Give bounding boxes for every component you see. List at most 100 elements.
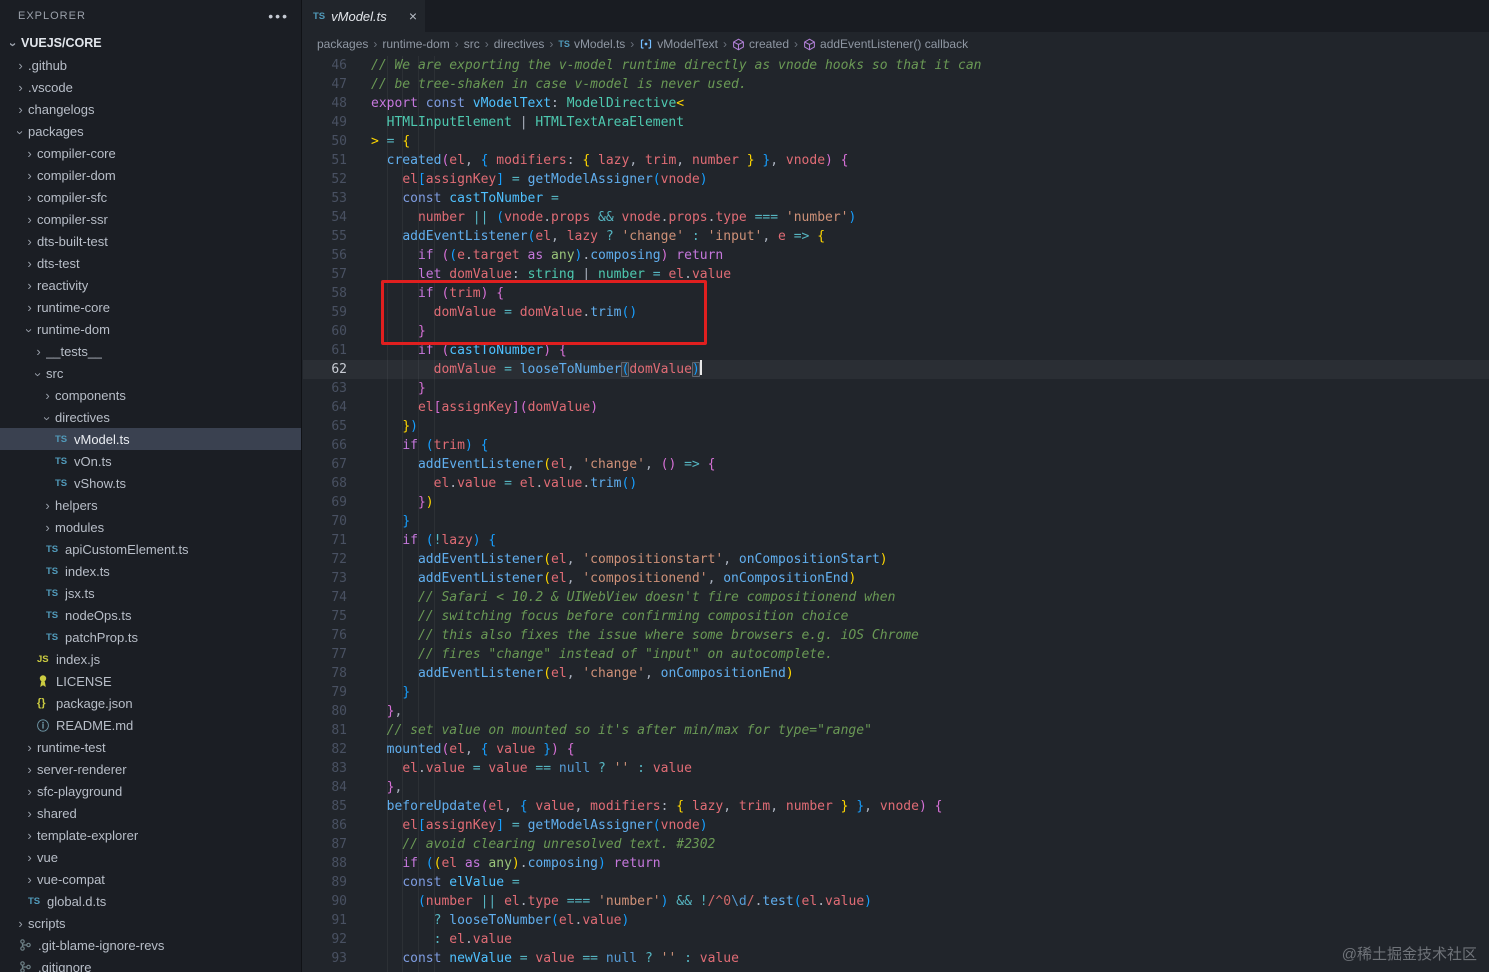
code-line[interactable]: 46 // We are exporting the v-model runtim…: [303, 56, 1489, 75]
code-line[interactable]: 51 created(el, { modifiers: { lazy, trim…: [303, 151, 1489, 170]
explorer-more-actions-icon[interactable]: •••: [268, 8, 289, 24]
line-number[interactable]: 63: [303, 379, 347, 398]
code-line[interactable]: 81 // set value on mounted so it's after…: [303, 721, 1489, 740]
code-line[interactable]: 77 // fires "change" instead of "input" …: [303, 645, 1489, 664]
code-line[interactable]: 66 if (trim) {: [303, 436, 1489, 455]
tree-item-reactivity[interactable]: › reactivity: [0, 274, 301, 296]
tree-item-license[interactable]: LICENSE: [0, 670, 301, 692]
code-line[interactable]: 74 // Safari < 10.2 & UIWebView doesn't …: [303, 588, 1489, 607]
tree-item-package.json[interactable]: {} package.json: [0, 692, 301, 714]
line-number[interactable]: 85: [303, 797, 347, 816]
line-number[interactable]: 49: [303, 113, 347, 132]
code-line[interactable]: 75 // switching focus before confirming …: [303, 607, 1489, 626]
line-number[interactable]: 93: [303, 949, 347, 968]
line-number[interactable]: 75: [303, 607, 347, 626]
line-number[interactable]: 83: [303, 759, 347, 778]
code-line[interactable]: 84 },: [303, 778, 1489, 797]
breadcrumb-item-runtime-dom[interactable]: runtime-dom: [382, 37, 449, 51]
code-line[interactable]: 54 number || (vnode.props && vnode.props…: [303, 208, 1489, 227]
code-line[interactable]: 91 ? looseToNumber(el.value): [303, 911, 1489, 930]
code-line[interactable]: 82 mounted(el, { value }) {: [303, 740, 1489, 759]
tree-item-src[interactable]: › src: [0, 362, 301, 384]
line-number[interactable]: 78: [303, 664, 347, 683]
tree-item-template-explorer[interactable]: › template-explorer: [0, 824, 301, 846]
code-line[interactable]: 76 // this also fixes the issue where so…: [303, 626, 1489, 645]
tree-item-compiler-ssr[interactable]: › compiler-ssr: [0, 208, 301, 230]
code-line[interactable]: 79 }: [303, 683, 1489, 702]
line-number[interactable]: 57: [303, 265, 347, 284]
code-line[interactable]: 49 HTMLInputElement | HTMLTextAreaElemen…: [303, 113, 1489, 132]
tree-item-scripts[interactable]: › scripts: [0, 912, 301, 934]
tree-item-compiler-sfc[interactable]: › compiler-sfc: [0, 186, 301, 208]
tree-item-compiler-dom[interactable]: › compiler-dom: [0, 164, 301, 186]
breadcrumb-item-created[interactable]: created: [732, 37, 789, 51]
line-number[interactable]: 84: [303, 778, 347, 797]
line-number[interactable]: 92: [303, 930, 347, 949]
code-line[interactable]: 63 }: [303, 379, 1489, 398]
code-line[interactable]: 64 el[assignKey](domValue): [303, 398, 1489, 417]
line-number[interactable]: 54: [303, 208, 347, 227]
line-number[interactable]: 68: [303, 474, 347, 493]
line-number[interactable]: 53: [303, 189, 347, 208]
line-number[interactable]: 47: [303, 75, 347, 94]
code-line[interactable]: 86 el[assignKey] = getModelAssigner(vnod…: [303, 816, 1489, 835]
line-number[interactable]: 58: [303, 284, 347, 303]
code-line[interactable]: 48 export const vModelText: ModelDirectiv…: [303, 94, 1489, 113]
tree-item-compiler-core[interactable]: › compiler-core: [0, 142, 301, 164]
code-line[interactable]: 93 const newValue = value == null ? '' :…: [303, 949, 1489, 968]
tree-item-modules[interactable]: › modules: [0, 516, 301, 538]
tree-item-components[interactable]: › components: [0, 384, 301, 406]
tree-item-.vscode[interactable]: › .vscode: [0, 76, 301, 98]
line-number[interactable]: 82: [303, 740, 347, 759]
breadcrumb-item-vmodeltext[interactable]: vModelText: [639, 37, 718, 51]
tree-item-apicustomelement.ts[interactable]: TS apiCustomElement.ts: [0, 538, 301, 560]
tree-item-server-renderer[interactable]: › server-renderer: [0, 758, 301, 780]
code-line[interactable]: 85 beforeUpdate(el, { value, modifiers: …: [303, 797, 1489, 816]
tree-item-readme.md[interactable]: ⓘ README.md: [0, 714, 301, 736]
tree-item-runtime-dom[interactable]: › runtime-dom: [0, 318, 301, 340]
code-line[interactable]: 83 el.value = value == null ? '' : value: [303, 759, 1489, 778]
breadcrumb-item-packages[interactable]: packages: [317, 37, 368, 51]
tree-item-vue[interactable]: › vue: [0, 846, 301, 868]
code-line[interactable]: 70 }: [303, 512, 1489, 531]
line-number[interactable]: 71: [303, 531, 347, 550]
code-line[interactable]: 71 if (!lazy) {: [303, 531, 1489, 550]
line-number[interactable]: 86: [303, 816, 347, 835]
tree-item-global.d.ts[interactable]: TS global.d.ts: [0, 890, 301, 912]
code-line[interactable]: 60 }: [303, 322, 1489, 341]
line-number[interactable]: 64: [303, 398, 347, 417]
line-number[interactable]: 90: [303, 892, 347, 911]
tree-item-packages[interactable]: › packages: [0, 120, 301, 142]
tree-item--tests-[interactable]: › __tests__: [0, 340, 301, 362]
line-number[interactable]: 88: [303, 854, 347, 873]
code-line[interactable]: 72 addEventListener(el, 'compositionstar…: [303, 550, 1489, 569]
tree-item-von.ts[interactable]: TS vOn.ts: [0, 450, 301, 472]
line-number[interactable]: 77: [303, 645, 347, 664]
line-number[interactable]: 65: [303, 417, 347, 436]
tree-item-changelogs[interactable]: › changelogs: [0, 98, 301, 120]
line-number[interactable]: 59: [303, 303, 347, 322]
tree-item-index.js[interactable]: JS index.js: [0, 648, 301, 670]
line-number[interactable]: 66: [303, 436, 347, 455]
line-number[interactable]: 56: [303, 246, 347, 265]
code-line[interactable]: 55 addEventListener(el, lazy ? 'change' …: [303, 227, 1489, 246]
tree-item-vmodel.ts[interactable]: TS vModel.ts: [0, 428, 301, 450]
code-line[interactable]: 89 const elValue =: [303, 873, 1489, 892]
tree-item-sfc-playground[interactable]: › sfc-playground: [0, 780, 301, 802]
line-number[interactable]: 55: [303, 227, 347, 246]
line-number[interactable]: 81: [303, 721, 347, 740]
line-number[interactable]: 89: [303, 873, 347, 892]
code-line[interactable]: 58 if (trim) {: [303, 284, 1489, 303]
explorer-root-folder[interactable]: › VUEJS/CORE: [0, 32, 301, 54]
tree-item-index.ts[interactable]: TS index.ts: [0, 560, 301, 582]
tree-item-vshow.ts[interactable]: TS vShow.ts: [0, 472, 301, 494]
breadcrumb-item-src[interactable]: src: [464, 37, 480, 51]
code-line[interactable]: 87 // avoid clearing unresolved text. #2…: [303, 835, 1489, 854]
tree-item-runtime-test[interactable]: › runtime-test: [0, 736, 301, 758]
line-number[interactable]: 46: [303, 56, 347, 75]
line-number[interactable]: 76: [303, 626, 347, 645]
tree-item-jsx.ts[interactable]: TS jsx.ts: [0, 582, 301, 604]
tree-item-nodeops.ts[interactable]: TS nodeOps.ts: [0, 604, 301, 626]
code-line[interactable]: 73 addEventListener(el, 'compositionend'…: [303, 569, 1489, 588]
code-line[interactable]: 65 }): [303, 417, 1489, 436]
